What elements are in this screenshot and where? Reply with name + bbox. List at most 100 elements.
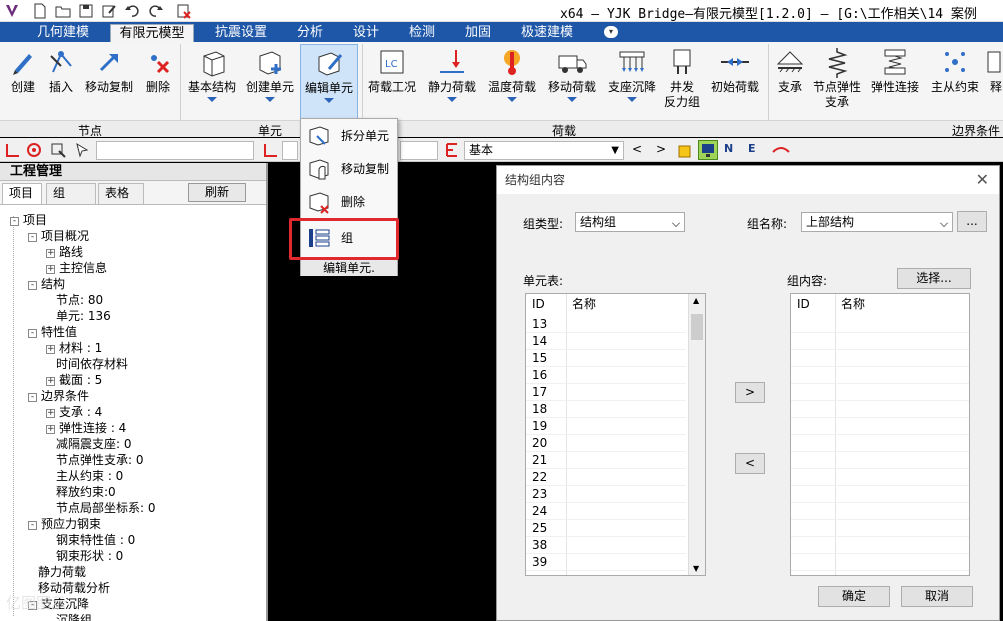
- layer-combo[interactable]: 基本 ▼: [464, 141, 624, 160]
- save-icon[interactable]: [78, 3, 94, 19]
- new-file-icon[interactable]: [32, 3, 48, 19]
- table-row[interactable]: 38: [526, 537, 686, 554]
- table-row[interactable]: [791, 350, 969, 367]
- window-select-icon[interactable]: [50, 142, 66, 158]
- tree-node[interactable]: - 项目概况: [28, 228, 89, 244]
- collapse-icon[interactable]: -: [28, 521, 37, 530]
- tab-geometry-modeling[interactable]: 几何建模: [30, 24, 96, 42]
- tree-node[interactable]: 主从约束 : 0: [46, 468, 123, 484]
- scroll-down-icon[interactable]: ▼: [693, 564, 699, 573]
- elastic-link-button[interactable]: 弹性连接: [868, 44, 922, 118]
- expand-icon[interactable]: +: [46, 425, 55, 434]
- prev-arrow-icon[interactable]: <: [632, 142, 642, 156]
- unit-list[interactable]: ID 名称 13 14 15 16 17 18 19 20 21 22 23 24 25 38 39 ▲ ▼: [525, 293, 706, 576]
- initial-load-button[interactable]: 初始荷载: [706, 44, 764, 118]
- tree-node[interactable]: 时间依存材料: [46, 356, 128, 372]
- close-icon[interactable]: ✕: [976, 170, 989, 189]
- target-icon[interactable]: [26, 142, 42, 158]
- ok-button[interactable]: 确定: [818, 586, 890, 607]
- tree-node[interactable]: 释放约束:0: [46, 484, 116, 500]
- tree-node[interactable]: 减隔震支座: 0: [46, 436, 132, 452]
- node-input[interactable]: [96, 141, 254, 160]
- undo-icon[interactable]: [124, 3, 140, 19]
- table-row[interactable]: 19: [526, 418, 686, 435]
- table-row[interactable]: [791, 367, 969, 384]
- close-file-icon[interactable]: [176, 3, 192, 19]
- create-node-button[interactable]: 创建: [4, 44, 42, 118]
- table-row[interactable]: [791, 316, 969, 333]
- tree-node[interactable]: - 预应力钢束: [28, 516, 101, 532]
- move-copy-node-button[interactable]: 移动复制: [82, 44, 136, 118]
- menu-item-move-copy[interactable]: 移动复制: [303, 154, 395, 184]
- table-row[interactable]: 24: [526, 503, 686, 520]
- tree-node[interactable]: 静力荷载: [28, 564, 86, 580]
- tree-node[interactable]: 沉降组: [46, 612, 92, 621]
- collapse-icon[interactable]: -: [10, 217, 19, 226]
- table-row[interactable]: 20: [526, 435, 686, 452]
- tree-node[interactable]: 节点: 80: [46, 292, 103, 308]
- menu-item-delete[interactable]: 删除: [303, 187, 395, 217]
- tree-node[interactable]: 节点局部坐标系: 0: [46, 500, 156, 516]
- support-settlement-button[interactable]: 支座沉降: [604, 44, 660, 118]
- node-number-icon[interactable]: N: [724, 142, 740, 158]
- select-button[interactable]: 选择...: [897, 268, 971, 289]
- menu-dropdown-icon[interactable]: ▾: [604, 26, 618, 38]
- table-row[interactable]: 14: [526, 333, 686, 350]
- tree-node[interactable]: 钢束形状 : 0: [46, 548, 123, 564]
- expand-icon[interactable]: +: [46, 345, 55, 354]
- moving-load-button[interactable]: 移动荷载: [544, 44, 600, 118]
- basic-structure-button[interactable]: 基本结构: [184, 44, 240, 118]
- node-elastic-support-button[interactable]: 节点弹性 支承: [810, 44, 864, 118]
- tab-fast-modeling[interactable]: 极速建模: [514, 24, 580, 42]
- static-load-button[interactable]: 静力荷载: [424, 44, 480, 118]
- table-row[interactable]: 39: [526, 554, 686, 571]
- scroll-thumb[interactable]: [691, 314, 703, 340]
- group-type-select[interactable]: 结构组: [575, 212, 685, 232]
- table-row[interactable]: [791, 384, 969, 401]
- table-row[interactable]: [791, 554, 969, 571]
- tab-design[interactable]: 设计: [346, 24, 386, 42]
- insert-node-button[interactable]: 插入: [44, 44, 78, 118]
- table-row[interactable]: 18: [526, 401, 686, 418]
- scrollbar[interactable]: ▲ ▼: [688, 294, 705, 575]
- collapse-icon[interactable]: -: [28, 281, 37, 290]
- menu-item-split-element[interactable]: 拆分单元: [303, 121, 395, 151]
- table-row[interactable]: [791, 435, 969, 452]
- table-row[interactable]: [791, 520, 969, 537]
- monitor-icon[interactable]: [698, 140, 718, 160]
- collapse-icon[interactable]: -: [28, 233, 37, 242]
- tab-analysis[interactable]: 分析: [290, 24, 330, 42]
- tree-node[interactable]: + 路线: [46, 244, 83, 260]
- axis-icon[interactable]: [4, 142, 20, 158]
- table-row[interactable]: 16: [526, 367, 686, 384]
- tab-fem-model[interactable]: 有限元模型: [110, 24, 194, 42]
- temperature-load-button[interactable]: 温度荷载: [484, 44, 540, 118]
- tree-node[interactable]: - 边界条件: [28, 388, 89, 404]
- refresh-button[interactable]: 刷新: [188, 183, 246, 202]
- table-row[interactable]: [791, 469, 969, 486]
- table-row[interactable]: [791, 418, 969, 435]
- table-row[interactable]: [791, 486, 969, 503]
- well-reaction-group-button[interactable]: 井发 反力组: [662, 44, 702, 118]
- tab-table[interactable]: 表格: [98, 183, 144, 204]
- scroll-up-icon[interactable]: ▲: [693, 296, 699, 305]
- tab-group[interactable]: 组: [46, 183, 96, 204]
- tree-node[interactable]: 节点弹性支承: 0: [46, 452, 144, 468]
- tab-inspection[interactable]: 检测: [402, 24, 442, 42]
- deform-icon[interactable]: [772, 142, 790, 158]
- delete-node-button[interactable]: 删除: [140, 44, 176, 118]
- next-arrow-icon[interactable]: >: [656, 142, 666, 156]
- tab-project[interactable]: 项目: [2, 183, 42, 204]
- expand-icon[interactable]: +: [46, 265, 55, 274]
- tree-node[interactable]: 钢束特性值 : 0: [46, 532, 135, 548]
- table-row[interactable]: [791, 452, 969, 469]
- table-row[interactable]: 21: [526, 452, 686, 469]
- element-input[interactable]: [282, 141, 298, 160]
- tree-node[interactable]: + 弹性连接 : 4: [46, 420, 126, 436]
- group-name-select[interactable]: 上部结构: [801, 212, 953, 232]
- tree-node[interactable]: - 特性值: [28, 324, 77, 340]
- table-row[interactable]: 13: [526, 316, 686, 333]
- element-input-right[interactable]: [400, 141, 438, 160]
- table-row[interactable]: [791, 401, 969, 418]
- group-content-list[interactable]: ID 名称: [790, 293, 970, 576]
